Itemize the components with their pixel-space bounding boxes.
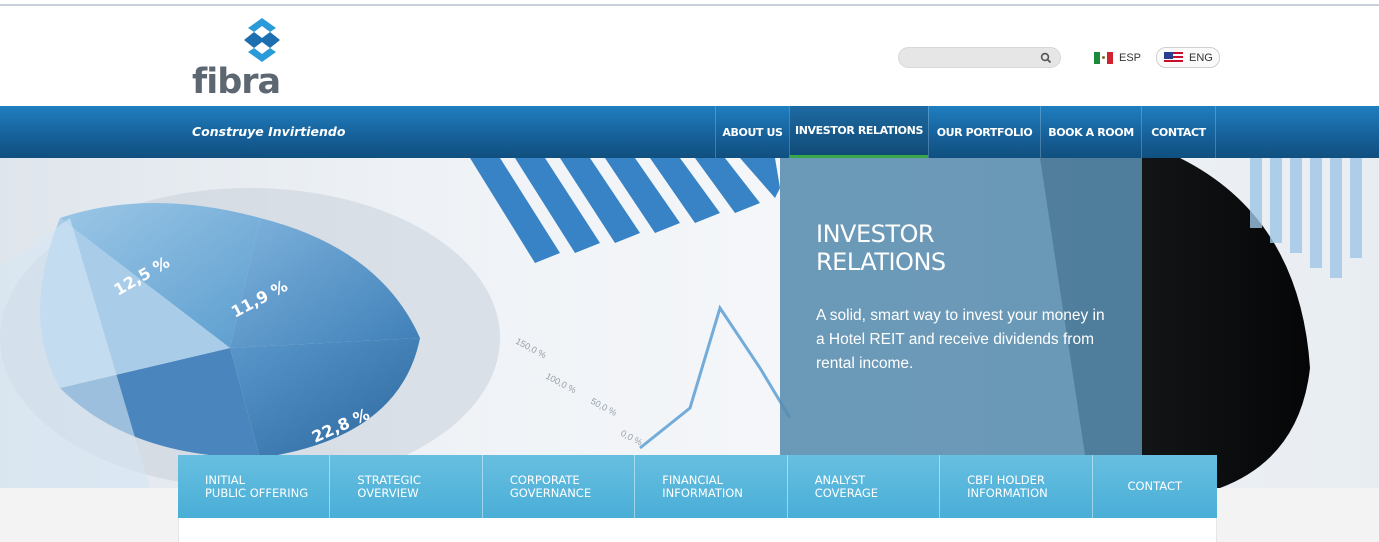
language-esp[interactable]: ESP [1094,48,1141,67]
subnav-financial-information[interactable]: FINANCIAL INFORMATION [635,455,788,518]
hero-description: A solid, smart way to invest your money … [816,307,1105,372]
language-eng[interactable]: ENG [1156,47,1220,68]
subnav-analyst-coverage[interactable]: ANALYST COVERAGE [788,455,941,518]
hero-panel: INVESTOR RELATIONS A solid, smart way to… [780,158,1142,456]
tagline: Construye Invirtiendo [192,124,346,139]
subnav-label: INITIAL PUBLIC OFFERING [205,472,309,500]
search-icon[interactable] [1040,52,1052,64]
subnav-label: CONTACT [1127,479,1183,493]
hero-chart-label-100: 100,0 % [544,371,578,395]
language-eng-label: ENG [1189,51,1213,64]
subnav-contact[interactable]: CONTACT [1093,455,1217,518]
content-card [178,518,1217,542]
nav-our-portfolio[interactable]: OUR PORTFOLIO [928,106,1040,158]
nav-book-a-room[interactable]: BOOK A ROOM [1040,106,1141,158]
hero-title: INVESTOR RELATIONS [816,220,946,276]
hero-chart-label-0: 0,0 % [619,428,644,448]
subnav-label: FINANCIAL INFORMATION [662,472,743,500]
language-esp-label: ESP [1119,51,1142,64]
fibra-inn-logo[interactable]: fibra inn. [192,18,352,142]
subnav-label: STRATEGIC OVERVIEW [357,472,421,500]
page: fibra inn. ESP ENG Construye Invirtiendo… [0,0,1379,542]
search-box [898,47,1061,68]
hero-background-chart-image: 150,0 % 100,0 % 50,0 % 0,0 % 12,5 % 11,9… [0,158,1362,488]
subnav-strategic-overview[interactable]: STRATEGIC OVERVIEW [330,455,483,518]
subnav-label: ANALYST COVERAGE [814,472,879,500]
logo-mark-icon [244,18,280,62]
subnav-corporate-governance[interactable]: CORPORATE GOVERNANCE [483,455,636,518]
nav-about-us[interactable]: ABOUT US [715,106,789,158]
subnav-label: CORPORATE GOVERNANCE [509,472,592,500]
investor-subnav: INITIAL PUBLIC OFFERING STRATEGIC OVERVI… [178,455,1217,518]
usa-flag-icon [1164,51,1183,64]
search-input[interactable] [909,49,1037,66]
hero-chart-label-50: 50,0 % [589,396,618,418]
nav-contact[interactable]: CONTACT [1141,106,1216,158]
hero-chart-label-150: 150,0 % [514,336,548,360]
main-navbar: Construye Invirtiendo ABOUT US INVESTOR … [0,106,1379,158]
subnav-initial-public-offering[interactable]: INITIAL PUBLIC OFFERING [178,455,331,518]
hero-banner: 150,0 % 100,0 % 50,0 % 0,0 % 12,5 % 11,9… [0,158,1379,488]
subnav-cbfi-holder-information[interactable]: CBFI HOLDER INFORMATION [940,455,1093,518]
top-rule [0,4,1379,6]
main-nav: ABOUT US INVESTOR RELATIONS OUR PORTFOLI… [715,106,1216,158]
mexico-flag-icon [1094,51,1113,64]
nav-investor-relations[interactable]: INVESTOR RELATIONS [789,106,928,158]
subnav-label: CBFI HOLDER INFORMATION [967,472,1048,500]
